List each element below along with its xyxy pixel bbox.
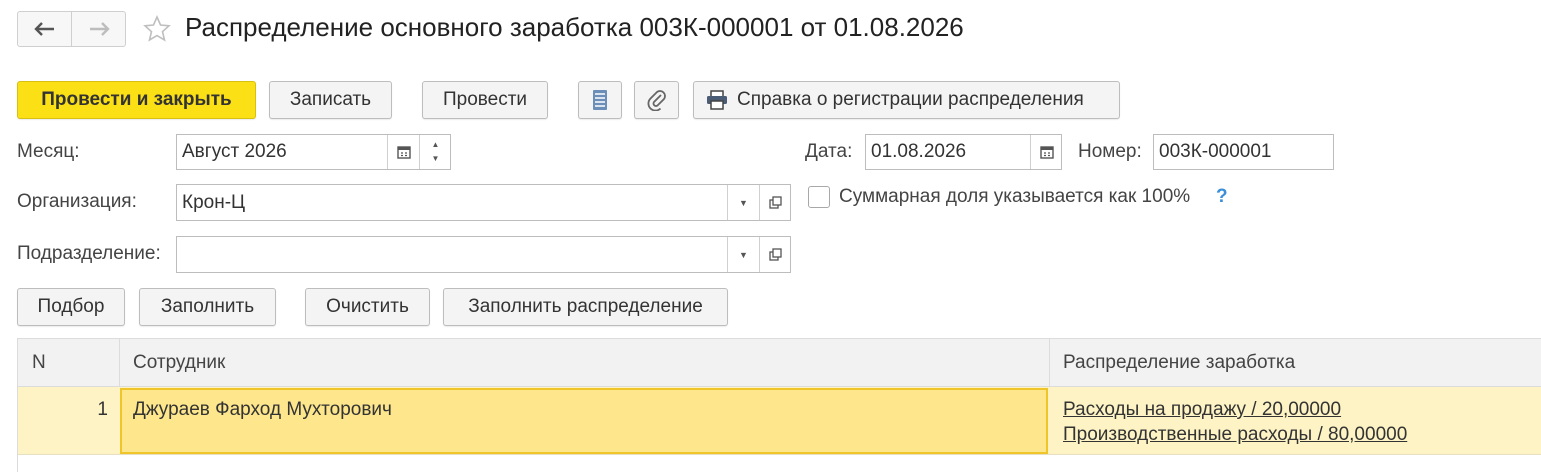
employee-name: Джураев Фарход Мухторович [133, 399, 392, 420]
chevron-down-icon[interactable]: ▼ [432, 152, 440, 166]
column-header: Сотрудник [133, 352, 226, 373]
open-window-icon [769, 248, 782, 261]
arrow-right-icon [90, 22, 110, 36]
department-open-button[interactable] [759, 237, 791, 272]
clear-button[interactable]: Очистить [305, 288, 430, 326]
chevron-down-icon: ▼ [739, 197, 748, 208]
help-icon[interactable]: ? [1216, 186, 1228, 208]
fill-button[interactable]: Заполнить [139, 288, 276, 326]
report-list-icon [593, 90, 607, 110]
distribution-link-production[interactable]: Производственные расходы / 80,00000 [1063, 424, 1407, 445]
employees-table: N Сотрудник Распределение заработка 1 Дж… [17, 338, 1541, 472]
organization-value: Крон-Ц [182, 191, 246, 213]
paperclip-icon [647, 90, 666, 111]
organization-field[interactable]: Крон-Ц ▼ [176, 184, 791, 221]
calendar-icon [396, 146, 411, 159]
month-stepper[interactable]: ▲ ▼ [419, 135, 451, 169]
forward-button[interactable] [72, 12, 126, 46]
back-button[interactable] [18, 12, 72, 46]
certificate-button-label: Справка о регистрации распределения [737, 89, 1084, 110]
save-button[interactable]: Записать [269, 81, 392, 119]
department-field[interactable]: ▼ [176, 236, 791, 273]
calendar-icon [1039, 146, 1054, 159]
month-label: Месяц: [17, 141, 80, 162]
date-calendar-button[interactable] [1030, 135, 1062, 169]
department-dropdown-button[interactable]: ▼ [727, 237, 759, 272]
organization-open-button[interactable] [759, 185, 791, 220]
chevron-up-icon[interactable]: ▲ [432, 138, 440, 152]
column-header: Распределение заработка [1063, 352, 1296, 373]
attach-button[interactable] [634, 81, 679, 119]
fill-distribution-button[interactable]: Заполнить распределение [443, 288, 728, 326]
open-window-icon [769, 196, 782, 209]
page-title: Распределение основного заработка 003К-0… [185, 12, 964, 42]
post-and-close-button[interactable]: Провести и закрыть [17, 81, 256, 119]
month-value: Август 2026 [182, 141, 287, 162]
organization-label: Организация: [17, 191, 137, 212]
number-value: 003К-000001 [1159, 141, 1272, 162]
month-field[interactable]: Август 2026 ▲ ▼ [176, 134, 451, 170]
date-label: Дата: [805, 141, 853, 162]
month-calendar-button[interactable] [387, 135, 419, 169]
organization-dropdown-button[interactable]: ▼ [727, 185, 759, 220]
arrow-left-icon [33, 22, 54, 36]
row-number: 1 [97, 399, 108, 420]
pick-button[interactable]: Подбор [17, 288, 125, 326]
chevron-down-icon: ▼ [739, 249, 748, 260]
distribution-link-sales[interactable]: Расходы на продажу / 20,00000 [1063, 399, 1341, 420]
total-share-checkbox[interactable] [808, 186, 830, 208]
header-cell-n[interactable]: N [18, 339, 120, 387]
date-field[interactable]: 01.08.2026 [865, 134, 1062, 170]
star-icon [143, 15, 171, 42]
distribution-cell: Расходы на продажу / 20,00000 Производст… [1063, 398, 1407, 448]
nav-buttons [17, 11, 126, 47]
department-label: Подразделение: [17, 243, 161, 264]
total-share-label[interactable]: Суммарная доля указывается как 100% [839, 186, 1190, 208]
printer-icon [707, 90, 727, 110]
favorite-button[interactable] [142, 14, 172, 44]
column-header: N [32, 352, 46, 373]
header-cell-distribution[interactable]: Распределение заработка [1050, 339, 1541, 387]
table-header: N Сотрудник Распределение заработка [18, 339, 1541, 387]
number-label: Номер: [1078, 141, 1142, 162]
post-button[interactable]: Провести [422, 81, 548, 119]
date-value: 01.08.2026 [871, 141, 967, 162]
report-list-button[interactable] [578, 81, 622, 119]
certificate-button[interactable]: Справка о регистрации распределения [693, 81, 1120, 119]
employee-cell[interactable]: Джураев Фарход Мухторович [120, 388, 1048, 454]
header-cell-employee[interactable]: Сотрудник [120, 339, 1050, 387]
number-field[interactable]: 003К-000001 [1153, 134, 1334, 170]
table-row[interactable]: 1 Джураев Фарход Мухторович Расходы на п… [18, 387, 1541, 455]
